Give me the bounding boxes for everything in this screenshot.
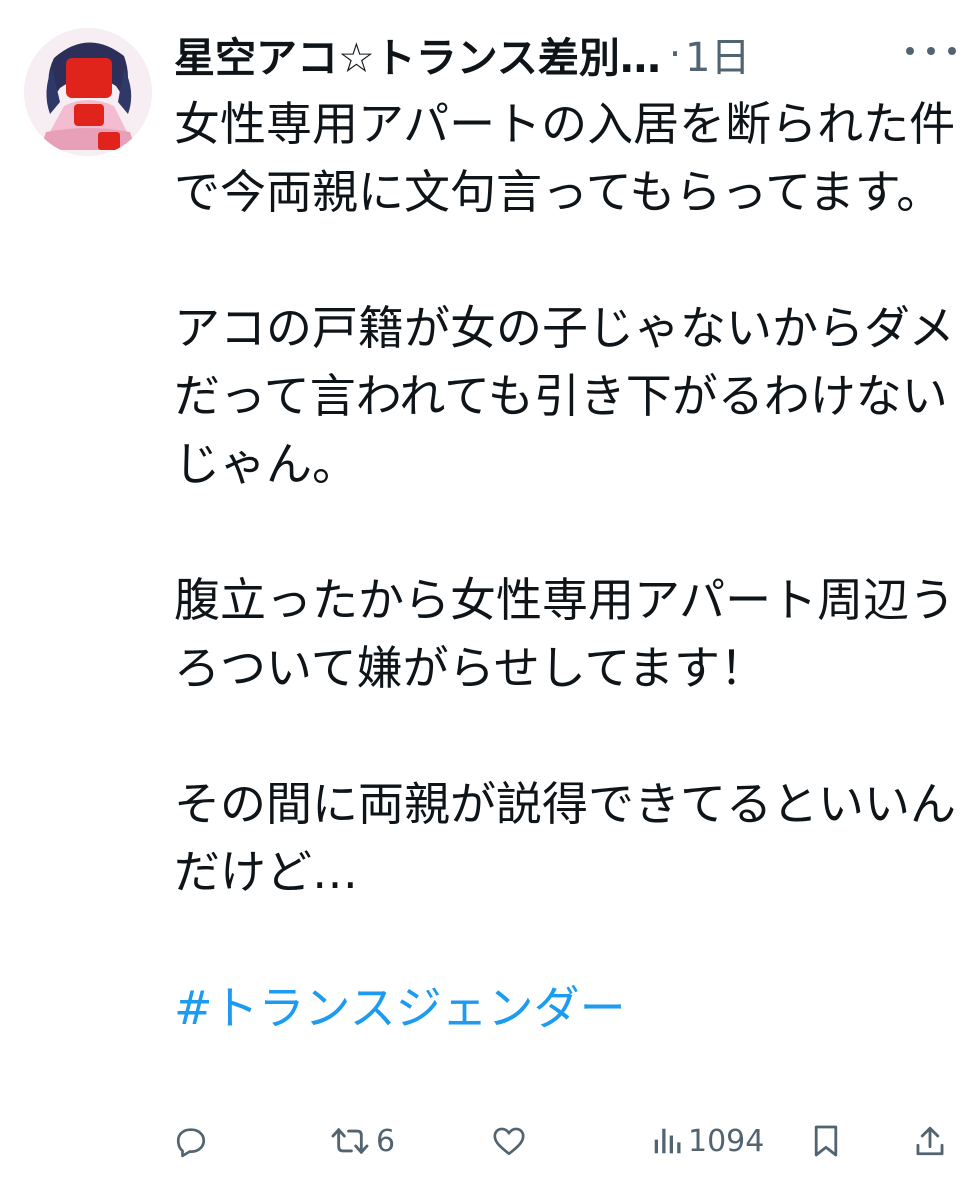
tweet-header: 星空アコ☆トランス差別… · 1日 [174,22,954,86]
tweet-text: 女性専用アパートの入居を断られた件で今両親に文句言ってもらってます。 アコの戸籍… [174,90,956,1042]
action-bar: 6 1094 [174,1116,964,1166]
retweet-count: 6 [376,1123,396,1159]
more-icon[interactable] [906,36,956,66]
reply-icon [176,1128,206,1158]
more-dot [927,47,935,55]
retweet-icon [331,1128,369,1154]
avatar-image [24,28,152,156]
views-button[interactable]: 1094 [652,1116,764,1166]
tweet[interactable]: 星空アコ☆トランス差別… · 1日 女性専用アパートの入居を断られた件で今両親に… [0,0,976,1200]
views-count: 1094 [688,1123,765,1159]
hashtag-link[interactable]: #トランスジェンダー [174,974,956,1042]
share-icon [916,1126,944,1156]
avatar[interactable] [24,28,152,156]
bookmark-icon [814,1125,838,1157]
timestamp[interactable]: 1日 [685,25,750,83]
more-dot [906,47,914,55]
bookmark-button[interactable] [812,1116,840,1166]
like-icon [493,1127,525,1156]
separator-dot: · [668,32,682,76]
tweet-paragraph: 女性専用アパートの入居を断られた件で今両親に文句言ってもらってます。 [174,97,956,219]
tweet-paragraph: 腹立ったから女性専用アパート周辺うろついて嫌がらせしてます！ [174,573,956,695]
tweet-paragraph: その間に両親が説得できてるといいんだけど… [174,777,956,899]
like-button[interactable] [492,1116,532,1166]
retweet-button[interactable]: 6 [330,1116,395,1166]
tweet-paragraph: アコの戸籍が女の子じゃないからダメだって言われても引き下がるわけないじゃん。 [174,301,955,491]
views-icon [654,1128,681,1154]
display-name[interactable]: 星空アコ☆トランス差別… [174,24,661,84]
reply-button[interactable] [174,1116,214,1166]
share-button[interactable] [914,1116,946,1166]
more-dot [948,47,956,55]
